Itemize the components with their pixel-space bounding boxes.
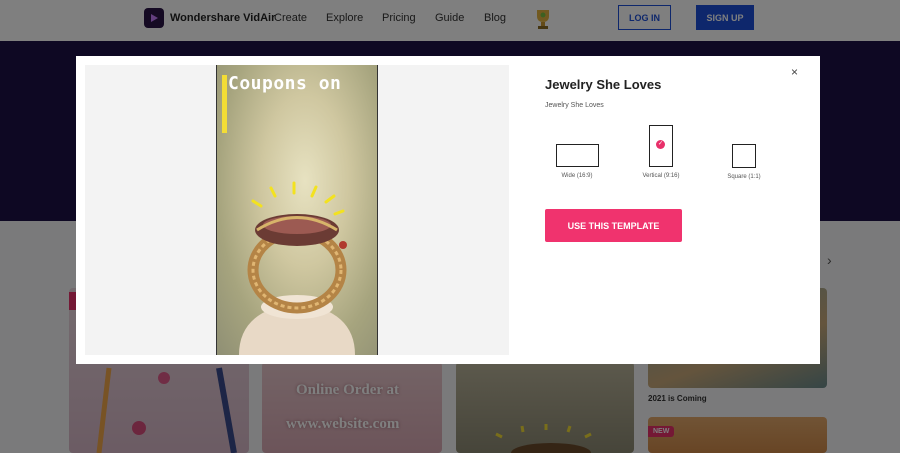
wide-ratio-icon: [555, 144, 599, 167]
modal-subtitle: Jewelry She Loves: [545, 102, 604, 109]
check-icon: ✓: [656, 140, 665, 149]
close-icon[interactable]: ×: [791, 65, 798, 79]
preview-area: Coupons on: [85, 65, 509, 355]
use-template-button[interactable]: USE THIS TEMPLATE: [545, 209, 682, 242]
ratio-label-vertical: Vertical (9:16): [642, 173, 680, 179]
ratio-option-wide[interactable]: Wide (16:9): [546, 144, 608, 179]
ratio-option-vertical[interactable]: ✓ Vertical (9:16): [631, 125, 691, 179]
ring-illustration: [239, 181, 355, 355]
ratio-label-square: Square (1:1): [727, 174, 761, 180]
ratio-option-square[interactable]: Square (1:1): [724, 144, 764, 180]
template-modal: Coupons on Jewelry She Loves Jewelry She…: [76, 56, 820, 364]
ratio-label-wide: Wide (16:9): [561, 173, 593, 179]
modal-title: Jewelry She Loves: [545, 77, 662, 92]
template-preview-video[interactable]: Coupons on: [216, 65, 378, 355]
vertical-ratio-icon: ✓: [649, 125, 673, 167]
square-ratio-icon: [732, 144, 756, 168]
